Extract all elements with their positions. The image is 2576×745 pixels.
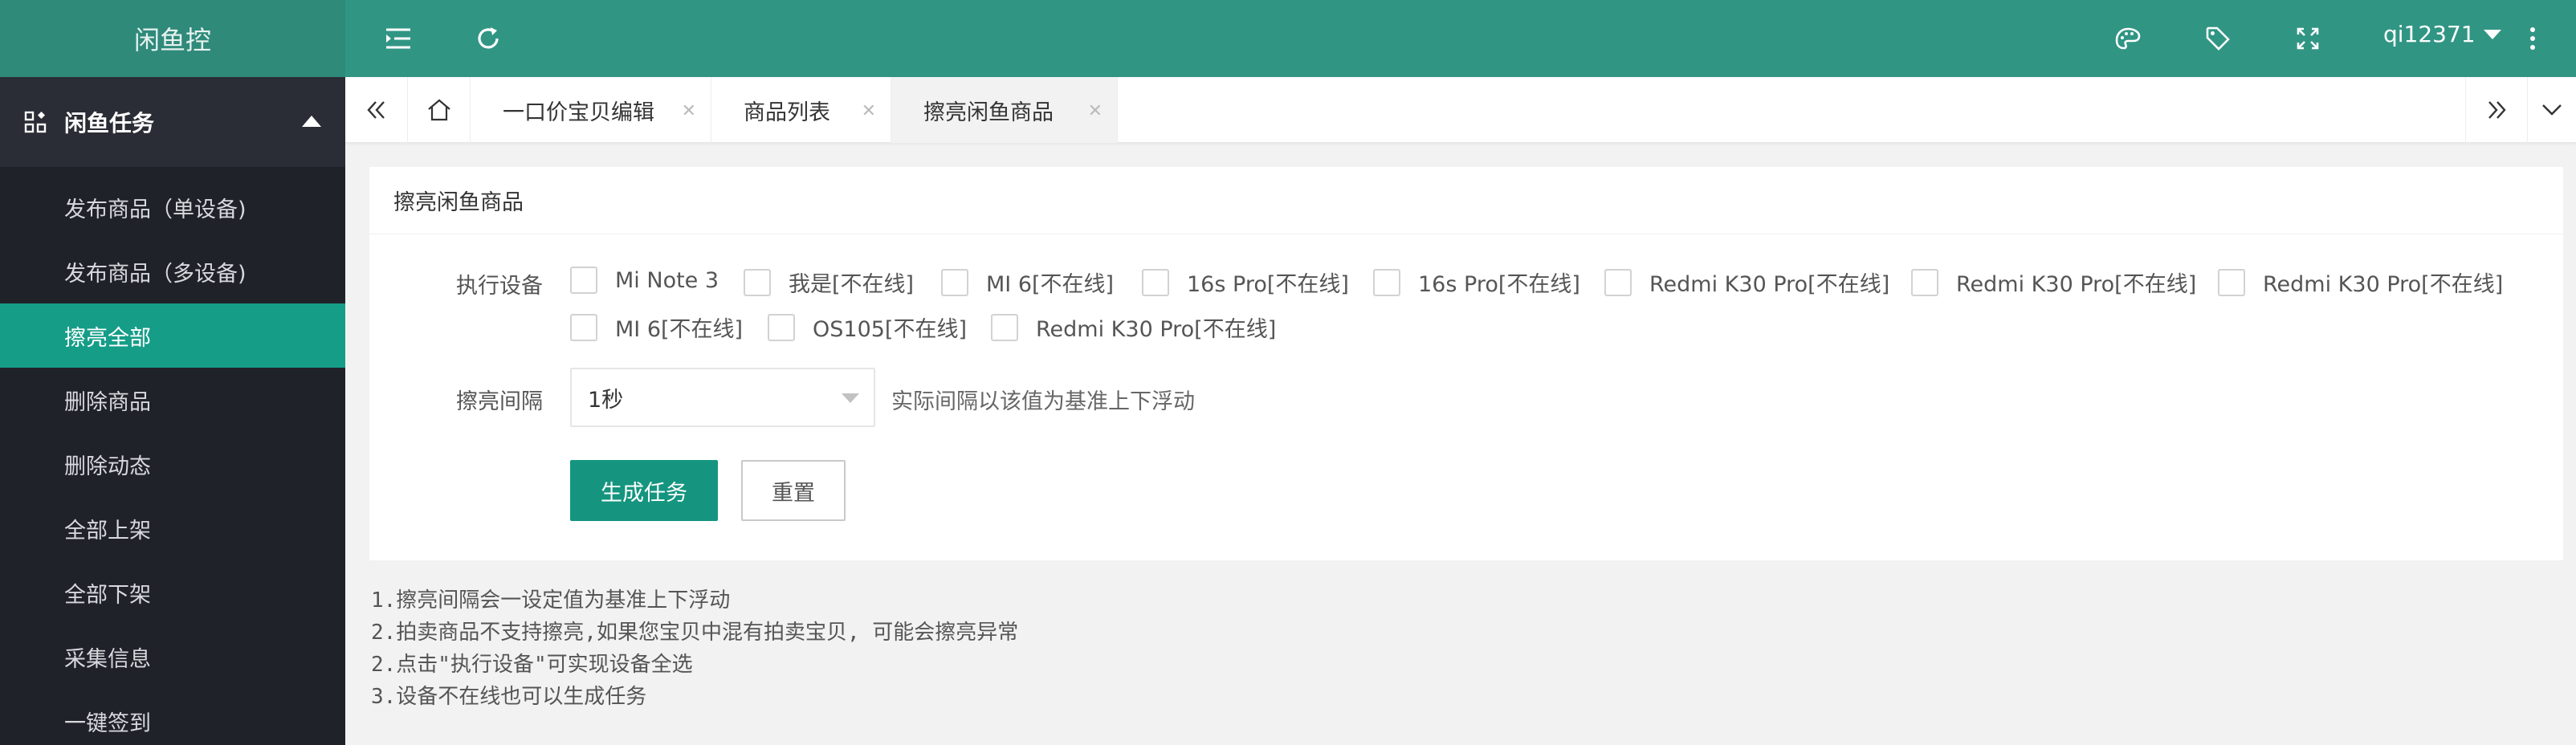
- device-name: Redmi K30 Pro[不在线]: [1036, 317, 1277, 342]
- interval-label: 擦亮间隔: [456, 389, 543, 414]
- checkbox-box[interactable]: [768, 313, 795, 341]
- sidebar-item-delete-posts[interactable]: 删除动态: [0, 432, 345, 496]
- menu-group-label: 闲鱼任务: [64, 110, 155, 136]
- notes: 1.擦亮间隔会一设定值为基准上下浮动 2.拍卖商品不支持擦亮,如果您宝贝中混有拍…: [371, 584, 1018, 713]
- tab-label: 一口价宝贝编辑: [503, 100, 654, 125]
- sidebar-item-publish-multi[interactable]: 发布商品（多设备): [0, 239, 345, 303]
- user-menu[interactable]: qi12371: [2383, 21, 2501, 47]
- interval-hint: 实际间隔以该值为基准上下浮动: [891, 389, 1195, 414]
- checkbox-box[interactable]: [991, 313, 1018, 341]
- tab-label: 商品列表: [744, 100, 830, 125]
- device-checkbox[interactable]: 16s Pro[不在线]: [1142, 267, 1349, 298]
- sidebar-item-delete-goods[interactable]: 删除商品: [0, 368, 345, 432]
- checkbox-box[interactable]: [570, 267, 597, 294]
- device-checkbox[interactable]: Redmi K30 Pro[不在线]: [1911, 267, 2196, 298]
- device-checkbox[interactable]: Redmi K30 Pro[不在线]: [2218, 267, 2503, 298]
- device-name: Redmi K30 Pro[不在线]: [2263, 272, 2504, 297]
- checkbox-box[interactable]: [744, 268, 771, 296]
- tag-icon[interactable]: [2199, 19, 2237, 58]
- device-name: 16s Pro[不在线]: [1418, 272, 1580, 297]
- polish-form-card: 擦亮闲鱼商品 执行设备 Mi Note 3 我是[不在线] MI 6[不在线] …: [369, 167, 2563, 560]
- checkbox-box[interactable]: [1142, 268, 1169, 296]
- device-checkbox[interactable]: 16s Pro[不在线]: [1373, 267, 1580, 298]
- menu-fold-icon[interactable]: [379, 19, 418, 58]
- caret-down-icon: [2483, 29, 2501, 39]
- note-line: 2.拍卖商品不支持擦亮,如果您宝贝中混有拍卖宝贝, 可能会擦亮异常: [371, 621, 1019, 645]
- sidebar-item-label: 发布商品（多设备): [64, 261, 247, 287]
- sidebar: 闲鱼控 闲鱼任务 发布商品（单设备) 发布商品（多设备) 擦亮全部 删除商品 删…: [0, 0, 345, 745]
- sidebar-item-collect-info[interactable]: 采集信息: [0, 625, 345, 689]
- sidebar-item-one-click-checkin[interactable]: 一键签到: [0, 689, 345, 745]
- tab-label: 擦亮闲鱼商品: [923, 100, 1054, 125]
- tab-goods-list[interactable]: 商品列表 ✕: [711, 77, 891, 143]
- device-name: Mi Note 3: [615, 267, 719, 293]
- device-checkbox[interactable]: Redmi K30 Pro[不在线]: [1604, 267, 1889, 298]
- checkbox-box[interactable]: [1373, 268, 1400, 296]
- refresh-icon[interactable]: [469, 19, 507, 58]
- top-header: qi12371: [345, 0, 2576, 77]
- tab-scroll-right-button[interactable]: [2465, 77, 2528, 143]
- app-logo[interactable]: 闲鱼控: [0, 0, 345, 77]
- tab-bar: 一口价宝贝编辑 ✕ 商品列表 ✕ 擦亮闲鱼商品 ✕: [345, 77, 2576, 143]
- checkbox-box[interactable]: [570, 313, 597, 341]
- device-checkbox[interactable]: MI 6[不在线]: [941, 267, 1114, 298]
- chevron-down-icon: [842, 393, 859, 403]
- device-name: 我是[不在线]: [789, 272, 915, 297]
- note-line: 1.擦亮间隔会一设定值为基准上下浮动: [371, 588, 731, 613]
- sidebar-item-label: 删除动态: [64, 454, 151, 479]
- home-tab-button[interactable]: [408, 77, 471, 143]
- device-checkbox[interactable]: Redmi K30 Pro[不在线]: [991, 311, 1276, 343]
- sidebar-item-label: 发布商品（单设备): [64, 197, 247, 222]
- caret-up-icon: [302, 116, 321, 127]
- menu-group-xianyu-tasks[interactable]: 闲鱼任务: [0, 77, 345, 167]
- note-line: 2.点击"执行设备"可实现设备全选: [371, 653, 693, 677]
- device-label[interactable]: 执行设备: [456, 268, 543, 299]
- tab-polish-goods[interactable]: 擦亮闲鱼商品 ✕: [891, 77, 1118, 143]
- close-icon[interactable]: ✕: [1088, 101, 1103, 121]
- sidebar-item-publish-single[interactable]: 发布商品（单设备): [0, 175, 345, 239]
- sidebar-item-label: 采集信息: [64, 646, 151, 672]
- sidebar-item-label: 全部上架: [64, 518, 151, 543]
- device-name: Redmi K30 Pro[不在线]: [1649, 272, 1890, 297]
- sidebar-item-label: 擦亮全部: [64, 325, 151, 351]
- tab-scroll-left-button[interactable]: [345, 77, 408, 143]
- sidebar-item-label: 删除商品: [64, 389, 151, 415]
- palette-icon[interactable]: [2109, 19, 2147, 58]
- checkbox-box[interactable]: [2218, 268, 2245, 296]
- close-icon[interactable]: ✕: [682, 101, 696, 121]
- interval-selected-value: 1秒: [588, 387, 624, 413]
- submenu: 发布商品（单设备) 发布商品（多设备) 擦亮全部 删除商品 删除动态 全部上架 …: [0, 167, 345, 745]
- checkbox-box[interactable]: [1911, 268, 1938, 296]
- sidebar-item-polish-all[interactable]: 擦亮全部: [0, 303, 345, 368]
- device-name: OS105[不在线]: [813, 317, 967, 342]
- note-line: 3.设备不在线也可以生成任务: [371, 685, 647, 709]
- device-name: MI 6[不在线]: [986, 272, 1115, 297]
- tab-dropdown-button[interactable]: [2528, 77, 2576, 143]
- device-name: MI 6[不在线]: [615, 317, 744, 342]
- sidebar-item-label: 全部下架: [64, 582, 151, 608]
- sidebar-item-label: 一键签到: [64, 710, 151, 736]
- device-name: Redmi K30 Pro[不在线]: [1956, 272, 2197, 297]
- device-checkbox[interactable]: Mi Note 3: [570, 267, 719, 294]
- tab-item-edit[interactable]: 一口价宝贝编辑 ✕: [471, 77, 711, 143]
- device-name: 16s Pro[不在线]: [1187, 272, 1349, 297]
- device-checkbox[interactable]: 我是[不在线]: [744, 267, 914, 298]
- close-icon[interactable]: ✕: [862, 101, 876, 121]
- reset-button[interactable]: 重置: [741, 460, 846, 521]
- device-checkbox[interactable]: OS105[不在线]: [768, 311, 967, 343]
- checkbox-box[interactable]: [941, 268, 968, 296]
- more-vertical-icon[interactable]: [2523, 19, 2542, 58]
- sidebar-item-delist-all[interactable]: 全部下架: [0, 560, 345, 625]
- interval-select[interactable]: 1秒: [570, 368, 875, 427]
- sidebar-item-list-all[interactable]: 全部上架: [0, 496, 345, 560]
- device-checkbox[interactable]: MI 6[不在线]: [570, 311, 743, 343]
- checkbox-box[interactable]: [1604, 268, 1632, 296]
- fullscreen-icon[interactable]: [2289, 19, 2327, 58]
- username: qi12371: [2383, 21, 2476, 47]
- apps-grid-icon: [24, 111, 47, 133]
- card-title: 擦亮闲鱼商品: [369, 167, 2563, 234]
- generate-task-button[interactable]: 生成任务: [570, 460, 718, 521]
